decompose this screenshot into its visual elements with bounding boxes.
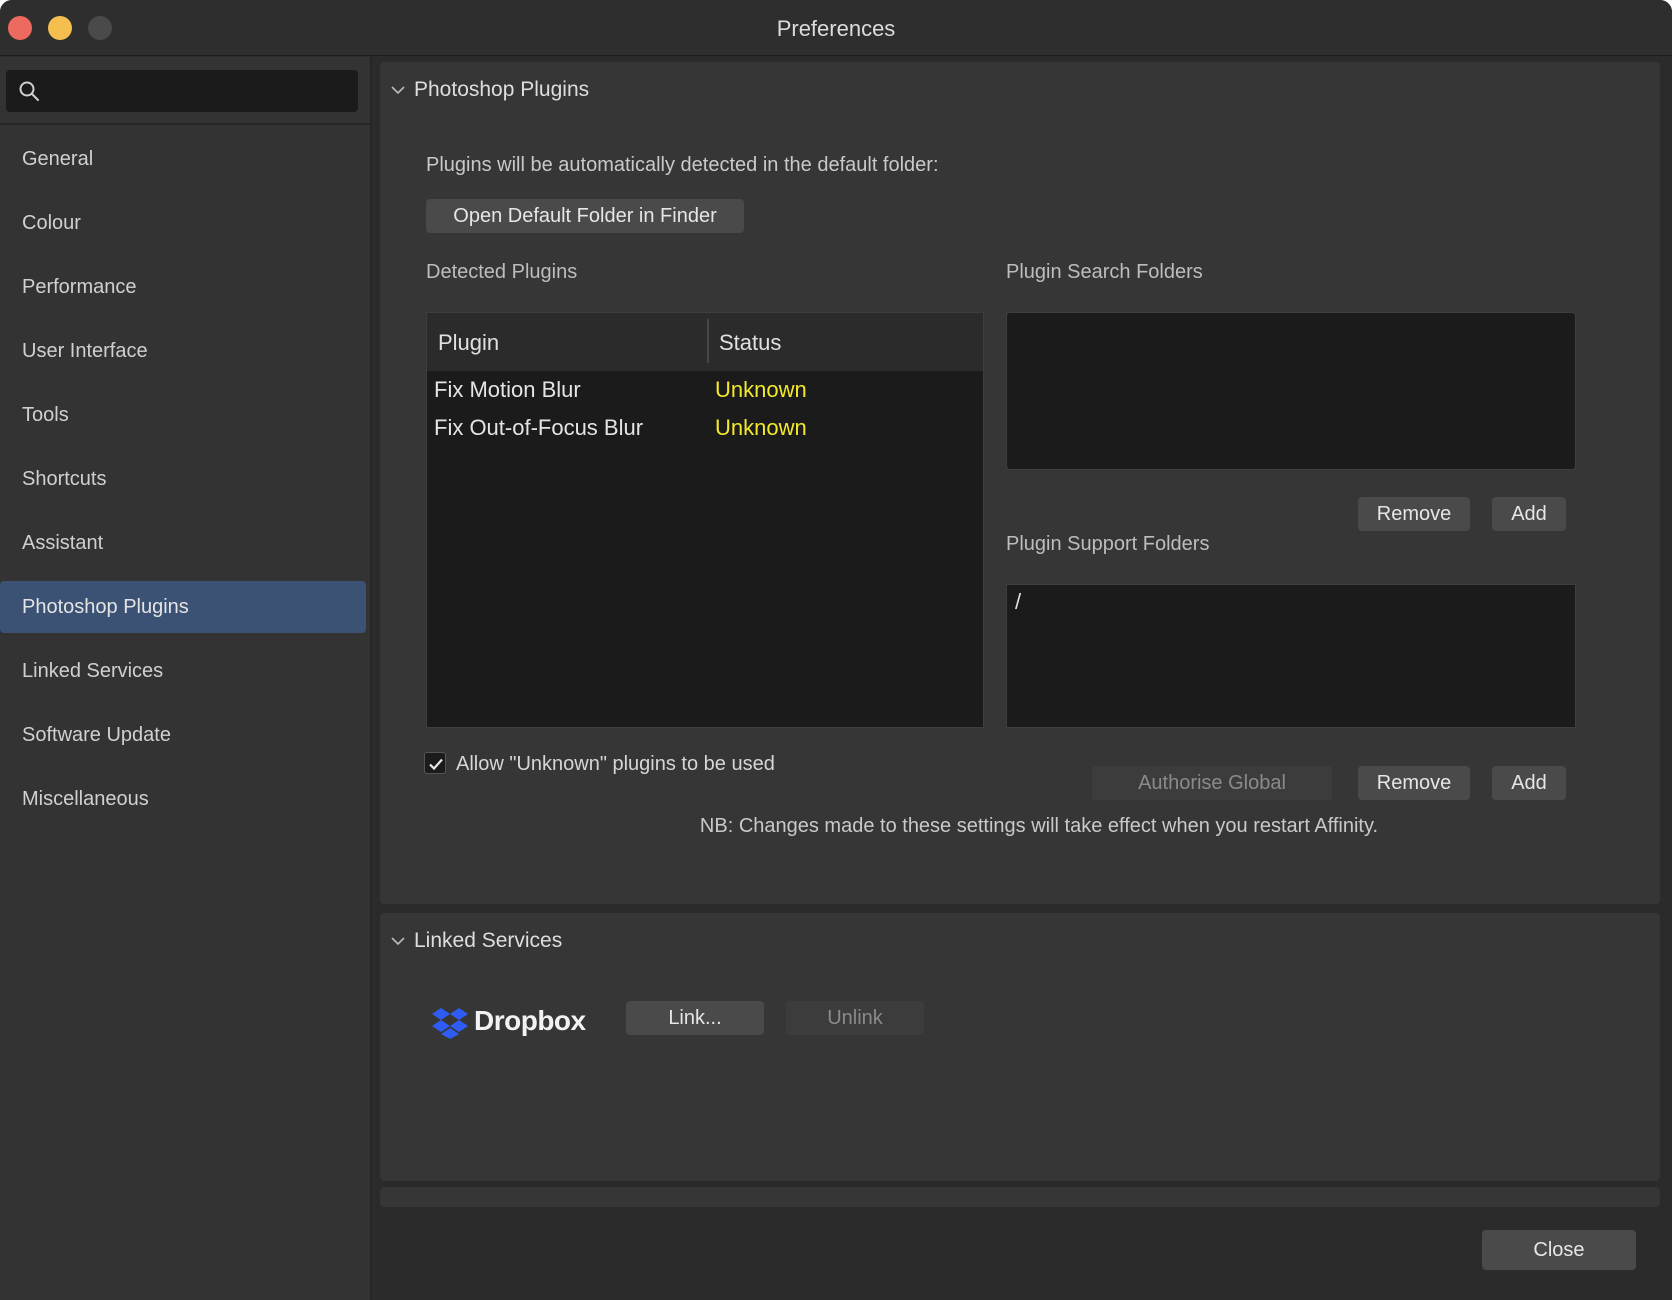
sidebar-item-photoshop-plugins[interactable]: Photoshop Plugins [0,581,366,633]
sidebar-nav: General Colour Performance User Interfac… [0,133,370,837]
plugin-search-folders-label: Plugin Search Folders [1006,261,1203,283]
preferences-window: Preferences General Colour Performance U… [0,0,1672,1300]
linked-services-panel: Linked Services Dropbox Link... Unlink [380,913,1660,1181]
sidebar-item-tools[interactable]: Tools [0,389,366,441]
column-header-status[interactable]: Status [719,330,781,356]
search-folders-remove-button[interactable]: Remove [1358,497,1470,531]
plugin-support-folders-label: Plugin Support Folders [1006,533,1210,555]
window-title: Preferences [776,16,896,41]
dropbox-unlink-button[interactable]: Unlink [786,1001,924,1035]
table-header: Plugin Status [427,313,983,371]
column-divider[interactable] [707,319,709,363]
title-bar: Preferences [0,0,1672,56]
search-field[interactable] [6,70,358,112]
close-button[interactable]: Close [1482,1230,1636,1270]
support-folders-add-button[interactable]: Add [1492,766,1566,800]
chevron-down-icon [391,86,405,95]
list-item[interactable]: / [1015,589,1021,615]
sidebar-item-software-update[interactable]: Software Update [0,709,366,761]
dropbox-name: Dropbox [474,1005,586,1036]
sidebar-item-performance[interactable]: Performance [0,261,366,313]
allow-unknown-checkbox[interactable] [424,752,446,774]
plugin-status: Unknown [715,377,807,402]
default-folder-info: Plugins will be automatically detected i… [426,154,939,176]
plugin-status: Unknown [715,415,807,440]
detected-plugins-label: Detected Plugins [426,261,578,283]
next-panel-edge [380,1187,1660,1207]
sidebar-item-user-interface[interactable]: User Interface [0,325,366,377]
sidebar-item-colour[interactable]: Colour [0,197,366,249]
search-folders-add-button[interactable]: Add [1492,497,1566,531]
sidebar-item-assistant[interactable]: Assistant [0,517,366,569]
plugin-name: Fix Motion Blur [434,377,581,402]
sidebar-item-linked-services[interactable]: Linked Services [0,645,366,697]
sidebar-item-shortcuts[interactable]: Shortcuts [0,453,366,505]
plugin-name: Fix Out-of-Focus Blur [434,415,644,440]
main-content: Photoshop Plugins Plugins will be automa… [374,57,1672,1300]
checkmark-icon [429,758,443,771]
table-row[interactable]: Fix Motion Blur Unknown [427,371,983,409]
dropbox-logo-icon [432,1008,468,1039]
search-icon [19,81,39,101]
photoshop-plugins-panel: Photoshop Plugins Plugins will be automa… [380,62,1660,904]
plugin-search-folders-list[interactable] [1006,312,1576,470]
linked-services-title: Linked Services [414,929,563,952]
search-bar [0,57,370,125]
sidebar: General Colour Performance User Interfac… [0,57,372,1300]
open-default-folder-button[interactable]: Open Default Folder in Finder [426,199,744,233]
detected-plugins-table: Plugin Status Fix Motion Blur Unknown Fi… [426,312,984,728]
table-row[interactable]: Fix Out-of-Focus Blur Unknown [427,409,983,447]
photoshop-plugins-header[interactable]: Photoshop Plugins [380,62,1660,118]
search-input[interactable] [48,76,348,106]
dropbox-link-button[interactable]: Link... [626,1001,764,1035]
support-folders-remove-button[interactable]: Remove [1358,766,1470,800]
linked-services-header[interactable]: Linked Services [380,913,1660,969]
sidebar-item-general[interactable]: General [0,133,366,185]
plugin-support-folders-list[interactable]: / [1006,584,1576,728]
authorise-global-button[interactable]: Authorise Global [1092,766,1332,800]
sidebar-item-miscellaneous[interactable]: Miscellaneous [0,773,366,825]
column-header-plugin[interactable]: Plugin [438,330,499,356]
allow-unknown-label[interactable]: Allow "Unknown" plugins to be used [456,753,775,776]
chevron-down-icon [391,937,405,946]
photoshop-plugins-title: Photoshop Plugins [414,78,590,101]
restart-note: NB: Changes made to these settings will … [699,815,1379,837]
